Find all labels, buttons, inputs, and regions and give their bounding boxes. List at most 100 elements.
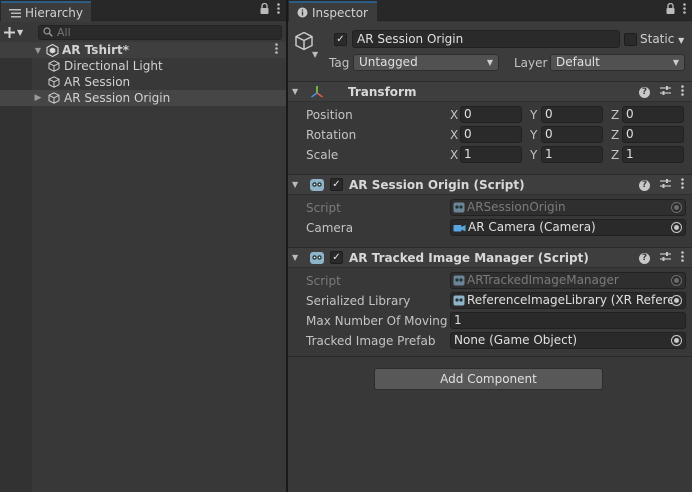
rotation-row: Rotation X 0 Y 0 Z 0 [288, 125, 692, 145]
axis-x-label[interactable]: X [450, 128, 458, 142]
scale-row: Scale X 1 Y 1 Z 1 [288, 145, 692, 165]
hierarchy-item-ar-session[interactable]: AR Session [0, 74, 286, 90]
scene-row[interactable]: ▼ AR Tshirt* [0, 42, 286, 58]
axis-z-label[interactable]: Z [611, 148, 619, 162]
camera-label: Camera [306, 221, 354, 235]
rotation-y-field[interactable]: 0 [541, 126, 603, 143]
inspector-panel: Inspector ▼ ✓ Static ▼ Tag Untagged ▼ La… [288, 0, 692, 492]
inspector-tab-tools [666, 2, 686, 17]
max-moving-images-row: Max Number Of Moving Ir 1 [288, 311, 692, 331]
hierarchy-item-directional-light[interactable]: Directional Light [0, 58, 286, 74]
help-icon[interactable]: ? [639, 179, 650, 191]
transform-header[interactable]: ▼ Transform ? [288, 81, 692, 102]
rotation-label: Rotation [306, 128, 357, 142]
active-checkbox[interactable]: ✓ [334, 33, 347, 46]
axis-y-label[interactable]: Y [530, 108, 537, 122]
kebab-menu-icon[interactable] [275, 43, 278, 57]
preset-icon[interactable] [660, 85, 671, 99]
tracked-image-prefab-field[interactable]: None (Game Object) [450, 332, 686, 349]
hierarchy-item-label: Directional Light [64, 59, 163, 73]
chevron-down-icon[interactable]: ▼ [312, 50, 318, 59]
script-icon [453, 295, 465, 306]
hierarchy-panel: Hierarchy ▼ ▼ [0, 0, 286, 492]
rotation-x-field[interactable]: 0 [460, 126, 522, 143]
kebab-menu-icon[interactable] [681, 85, 684, 99]
scale-z-field[interactable]: 1 [622, 146, 684, 163]
axis-y-label[interactable]: Y [530, 128, 537, 142]
fold-arrow-icon[interactable]: ▼ [292, 87, 308, 96]
expand-arrow-icon[interactable]: ▶ [32, 93, 44, 103]
static-checkbox[interactable] [624, 33, 637, 46]
tab-inspector[interactable]: Inspector [289, 1, 377, 22]
hierarchy-gutter [0, 42, 32, 492]
axis-x-label[interactable]: X [450, 108, 458, 122]
kebab-menu-icon[interactable] [277, 3, 280, 17]
session-origin-script-field: ARSessionOrigin [450, 199, 686, 216]
fold-arrow-icon[interactable]: ▼ [292, 180, 308, 189]
help-icon[interactable]: ? [639, 86, 650, 98]
preset-icon[interactable] [660, 178, 671, 192]
object-name-field[interactable] [352, 30, 620, 48]
script-value: ARTrackedImageManager [467, 273, 619, 287]
position-y-field[interactable]: 0 [541, 106, 603, 123]
chevron-down-icon: ▼ [17, 27, 24, 37]
serialized-library-field[interactable]: ReferenceImageLibrary (XR Referen [450, 292, 686, 309]
help-icon[interactable]: ? [639, 252, 650, 264]
session-origin-header[interactable]: ▼ ✓ AR Session Origin (Script) ? [288, 174, 692, 195]
lock-icon[interactable] [260, 2, 269, 17]
axis-x-label[interactable]: X [450, 148, 458, 162]
camera-field[interactable]: AR Camera (Camera) [450, 219, 686, 236]
axis-z-label[interactable]: Z [611, 108, 619, 122]
hierarchy-tab-tools [260, 2, 280, 17]
script-label: Script [306, 201, 341, 215]
script-icon [308, 178, 326, 192]
hierarchy-search[interactable] [38, 24, 282, 40]
tracked-image-prefab-value: None (Game Object) [454, 333, 578, 347]
static-dropdown[interactable]: Static ▼ [640, 32, 684, 46]
create-button[interactable]: ▼ [4, 23, 32, 42]
rotation-z-field[interactable]: 0 [622, 126, 684, 143]
axis-y-label[interactable]: Y [530, 148, 537, 162]
session-origin-script-row: Script ARSessionOrigin [288, 198, 692, 218]
serialized-library-value: ReferenceImageLibrary (XR Referen [467, 293, 683, 307]
object-picker-icon[interactable] [671, 222, 682, 233]
inspector-tabbar: Inspector [288, 0, 692, 22]
scale-y-field[interactable]: 1 [541, 146, 603, 163]
cube-icon[interactable] [294, 31, 314, 54]
tab-hierarchy[interactable]: Hierarchy [1, 1, 91, 22]
tag-dropdown[interactable]: Untagged ▼ [353, 54, 499, 71]
hierarchy-item-ar-session-origin[interactable]: ▶ AR Session Origin [0, 90, 286, 106]
axis-z-label[interactable]: Z [611, 128, 619, 142]
position-label: Position [306, 108, 353, 122]
chevron-down-icon: ▼ [486, 58, 493, 67]
scale-x-field[interactable]: 1 [460, 146, 522, 163]
tracked-image-script-row: Script ARTrackedImageManager [288, 271, 692, 291]
gameobject-header: ▼ ✓ Static ▼ Tag Untagged ▼ Layer Defaul… [288, 22, 692, 82]
kebab-menu-icon[interactable] [683, 3, 686, 17]
kebab-menu-icon[interactable] [681, 251, 684, 265]
info-icon [297, 7, 308, 18]
position-z-field[interactable]: 0 [622, 106, 684, 123]
tag-value: Untagged [359, 55, 418, 69]
session-origin-title: AR Session Origin (Script) [349, 177, 525, 192]
session-origin-enabled-checkbox[interactable]: ✓ [330, 178, 343, 191]
lock-icon[interactable] [666, 2, 675, 17]
preset-icon[interactable] [660, 251, 671, 265]
max-moving-images-field[interactable]: 1 [450, 312, 686, 329]
object-picker-icon[interactable] [671, 295, 682, 306]
add-component-button[interactable]: Add Component [374, 368, 603, 390]
transform-axes-icon [308, 85, 326, 99]
kebab-menu-icon[interactable] [681, 178, 684, 192]
fold-arrow-icon[interactable]: ▼ [292, 253, 308, 262]
tracked-image-manager-enabled-checkbox[interactable]: ✓ [330, 251, 343, 264]
position-x-field[interactable]: 0 [460, 106, 522, 123]
layer-label: Layer [514, 56, 548, 70]
layer-dropdown[interactable]: Default ▼ [550, 54, 685, 71]
expand-arrow-icon[interactable]: ▼ [32, 46, 44, 55]
hierarchy-item-label: AR Session [64, 75, 131, 89]
hierarchy-tabbar: Hierarchy [0, 0, 286, 22]
serialized-library-label: Serialized Library [306, 294, 411, 308]
search-input[interactable] [57, 25, 257, 39]
object-picker-icon[interactable] [671, 335, 682, 346]
tracked-image-manager-header[interactable]: ▼ ✓ AR Tracked Image Manager (Script) ? [288, 247, 692, 268]
